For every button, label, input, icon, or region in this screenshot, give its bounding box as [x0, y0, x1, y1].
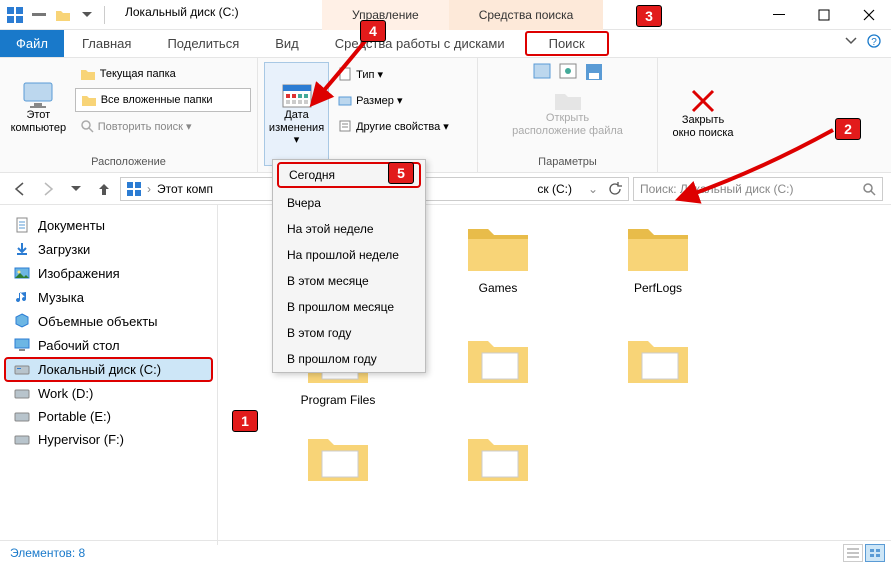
breadcrumb-tail[interactable]: ск (C:)	[537, 182, 572, 196]
svg-text:?: ?	[871, 37, 877, 48]
badge-4: 4	[360, 20, 386, 42]
search-icon[interactable]	[862, 182, 876, 196]
sidebar-item-drive-e[interactable]: Portable (E:)	[4, 405, 213, 428]
tab-share[interactable]: Поделиться	[149, 30, 257, 57]
size-button[interactable]: Размер ▾	[333, 88, 471, 112]
sidebar-item-music[interactable]: Музыка	[4, 285, 213, 309]
advanced-options-icon[interactable]	[558, 62, 578, 82]
view-details-button[interactable]	[843, 544, 863, 562]
address-dropdown-icon[interactable]: ⌄	[588, 182, 598, 196]
badge-2: 2	[835, 118, 861, 140]
sidebar-item-drive-d[interactable]: Work (D:)	[4, 382, 213, 405]
dd-last-week[interactable]: На прошлой неделе	[273, 242, 425, 268]
close-search-button[interactable]: Закрыть окно поиска	[670, 62, 736, 166]
date-dropdown: Сегодня Вчера На этой неделе На прошлой …	[272, 159, 426, 373]
folder-item[interactable]: PerfLogs	[578, 217, 738, 309]
sidebar-item-3dobjects[interactable]: Объемные объекты	[4, 309, 213, 333]
close-button[interactable]	[846, 0, 891, 30]
this-pc-button[interactable]: Этот компьютер	[6, 62, 71, 154]
app-icon	[4, 4, 26, 26]
ribbon: Этот компьютер Текущая папка Все вложенн…	[0, 58, 891, 173]
sidebar-item-drive-c[interactable]: Локальный диск (C:)	[4, 357, 213, 382]
all-subfolders-button[interactable]: Все вложенные папки	[75, 88, 251, 112]
title-bar: Локальный диск (C:) Управление Средства …	[0, 0, 891, 30]
recent-search-icon[interactable]	[532, 62, 552, 82]
group-params-label: Параметры	[484, 154, 651, 170]
badge-1: 1	[232, 410, 258, 432]
breadcrumb-prefix[interactable]: Этот комп	[157, 182, 213, 196]
folder-item[interactable]	[418, 427, 578, 485]
dd-this-month[interactable]: В этом месяце	[273, 268, 425, 294]
window-title: Локальный диск (C:)	[125, 5, 239, 19]
dd-last-year[interactable]: В прошлом году	[273, 346, 425, 372]
maximize-button[interactable]	[801, 0, 846, 30]
help-icon[interactable]: ?	[867, 34, 881, 48]
dd-last-month[interactable]: В прошлом месяце	[273, 294, 425, 320]
tab-disk-tools[interactable]: Средства работы с дисками	[317, 30, 523, 57]
repeat-search-button[interactable]: Повторить поиск ▾	[75, 114, 251, 138]
status-bar: Элементов: 8	[0, 540, 891, 564]
tab-search[interactable]: Поиск	[525, 31, 609, 56]
badge-5: 5	[388, 162, 414, 184]
history-dropdown-icon[interactable]	[64, 177, 88, 201]
ribbon-collapse-icon[interactable]	[845, 37, 857, 45]
dd-this-week[interactable]: На этой неделе	[273, 216, 425, 242]
qat-dropdown-icon[interactable]	[76, 4, 98, 26]
up-button[interactable]	[92, 177, 116, 201]
nav-bar: › Этот комп ск (C:) ⌄ Поиск: Локальный д…	[0, 173, 891, 205]
sidebar-item-documents[interactable]: Документы	[4, 213, 213, 237]
status-text: Элементов: 8	[10, 546, 85, 560]
sidebar: Документы Загрузки Изображения Музыка Об…	[0, 205, 218, 545]
qat-icon[interactable]	[28, 4, 50, 26]
tab-view[interactable]: Вид	[257, 30, 317, 57]
search-input[interactable]: Поиск: Локальный диск (C:)	[633, 177, 883, 201]
folder-item[interactable]	[418, 329, 578, 407]
folder-item[interactable]	[258, 427, 418, 485]
open-location-button[interactable]: Открыть расположение файла	[508, 84, 628, 141]
current-folder-button[interactable]: Текущая папка	[75, 62, 251, 86]
folder-toolbar-icon[interactable]	[52, 4, 74, 26]
sidebar-item-downloads[interactable]: Загрузки	[4, 237, 213, 261]
save-search-icon[interactable]	[584, 62, 604, 82]
sidebar-item-desktop[interactable]: Рабочий стол	[4, 333, 213, 357]
other-props-button[interactable]: Другие свойства ▾	[333, 114, 471, 138]
back-button[interactable]	[8, 177, 32, 201]
tabs-row: Файл Главная Поделиться Вид Средства раб…	[0, 30, 891, 58]
folder-item[interactable]: Games	[418, 217, 578, 309]
view-icons-button[interactable]	[865, 544, 885, 562]
tab-file[interactable]: Файл	[0, 30, 64, 57]
context-tab-search[interactable]: Средства поиска	[449, 0, 604, 30]
folder-item[interactable]	[578, 329, 738, 407]
date-modified-button[interactable]: Дата изменения ▾	[264, 62, 329, 166]
sidebar-item-pictures[interactable]: Изображения	[4, 261, 213, 285]
refresh-button[interactable]	[608, 182, 622, 196]
tab-home[interactable]: Главная	[64, 30, 149, 57]
type-button[interactable]: Тип ▾	[333, 62, 471, 86]
dd-yesterday[interactable]: Вчера	[273, 190, 425, 216]
forward-button[interactable]	[36, 177, 60, 201]
group-location-label: Расположение	[6, 154, 251, 170]
minimize-button[interactable]	[756, 0, 801, 30]
sidebar-item-drive-f[interactable]: Hypervisor (F:)	[4, 428, 213, 451]
dd-this-year[interactable]: В этом году	[273, 320, 425, 346]
badge-3: 3	[636, 5, 662, 27]
